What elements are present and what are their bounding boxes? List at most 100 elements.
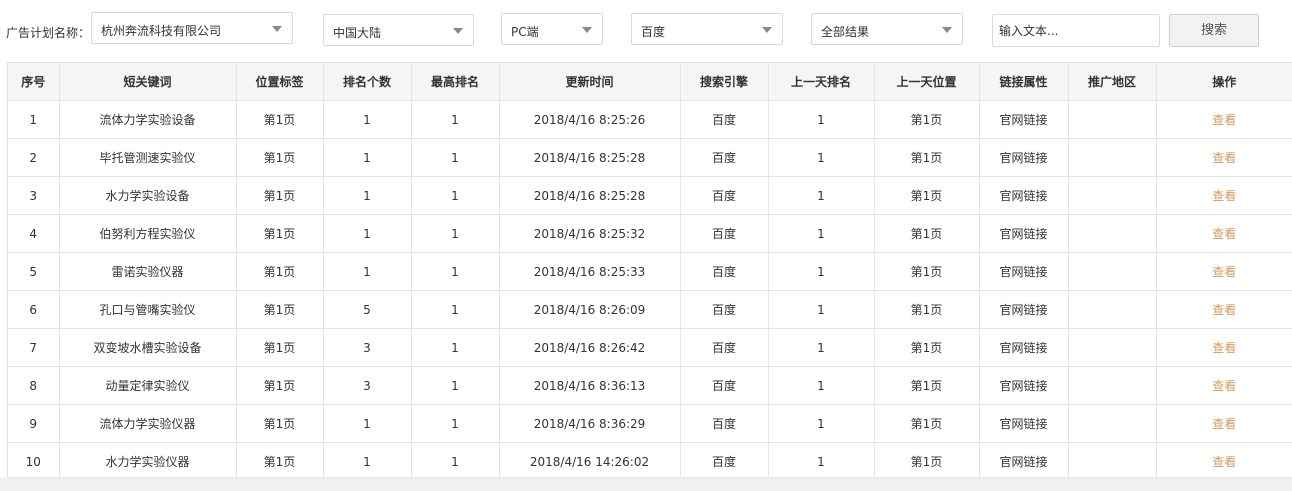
region-select[interactable]: 中国大陆	[323, 14, 474, 46]
prev-day-rank-cell: 1	[768, 290, 875, 329]
prev-day-rank-cell: 1	[768, 100, 875, 139]
best-rank-cell: 1	[411, 176, 500, 215]
prev-day-rank-cell: 1	[768, 252, 875, 291]
view-link[interactable]: 查看	[1212, 227, 1236, 241]
search-engine-cell: 百度	[680, 100, 769, 139]
prev-day-position-cell: 第1页	[874, 252, 980, 291]
table-row: 8 动量定律实验仪 第1页 3 1 2018/4/16 8:36:13 百度 1 第1页 官网链接…	[8, 366, 1292, 405]
chevron-down-icon	[582, 27, 592, 33]
prev-day-position-cell: 第1页	[874, 366, 980, 405]
view-link[interactable]: 查看	[1212, 455, 1236, 469]
search-input[interactable]	[992, 14, 1160, 47]
table-row: 2 毕托管测速实验仪 第1页 1 1 2018/4/16 8:25:28 百度 1 第1页 官网链…	[8, 138, 1292, 177]
update-time-cell: 2018/4/16 8:26:09	[499, 290, 681, 329]
chevron-down-icon	[272, 26, 282, 32]
row-number: 9	[8, 404, 60, 443]
promo-area-cell	[1068, 176, 1157, 215]
engine-select-value: 百度	[641, 25, 666, 39]
prev-day-rank-cell: 1	[768, 442, 875, 481]
prev-day-position-cell: 第1页	[874, 442, 980, 481]
best-rank-cell: 1	[411, 366, 500, 405]
keyword-cell: 伯努利方程实验仪	[59, 214, 237, 253]
position-tag-cell: 第1页	[236, 328, 324, 367]
best-rank-cell: 1	[411, 290, 500, 329]
search-button[interactable]: 搜索	[1169, 14, 1259, 47]
promo-area-cell	[1068, 252, 1157, 291]
column-header: 位置标签	[236, 63, 324, 101]
prev-day-rank-cell: 1	[768, 214, 875, 253]
prev-day-position-cell: 第1页	[874, 328, 980, 367]
row-number: 5	[8, 252, 60, 291]
chevron-down-icon	[453, 28, 463, 34]
link-type-cell: 官网链接	[979, 138, 1069, 177]
plan-name-label: 广告计划名称：	[6, 26, 91, 40]
action-cell: 查看	[1156, 290, 1292, 329]
search-engine-cell: 百度	[680, 442, 769, 481]
keyword-cell: 水力学实验设备	[59, 176, 237, 215]
view-link[interactable]: 查看	[1212, 417, 1236, 431]
result-select-value: 全部结果	[821, 25, 870, 39]
update-time-cell: 2018/4/16 8:25:32	[499, 214, 681, 253]
result-select[interactable]: 全部结果	[811, 13, 963, 45]
action-cell: 查看	[1156, 442, 1292, 481]
region-select-value: 中国大陆	[333, 26, 382, 40]
prev-day-position-cell: 第1页	[874, 100, 980, 139]
update-time-cell: 2018/4/16 8:26:42	[499, 328, 681, 367]
row-number: 10	[8, 442, 60, 481]
search-engine-cell: 百度	[680, 252, 769, 291]
update-time-cell: 2018/4/16 8:36:29	[499, 404, 681, 443]
plan-select[interactable]: 杭州奔流科技有限公司	[91, 12, 293, 44]
action-cell: 查看	[1156, 252, 1292, 291]
view-link[interactable]: 查看	[1212, 379, 1236, 393]
position-tag-cell: 第1页	[236, 138, 324, 177]
row-number: 7	[8, 328, 60, 367]
table-row: 5 雷诺实验仪器 第1页 1 1 2018/4/16 8:25:33 百度 1 第1页 官网链接查…	[8, 252, 1292, 291]
filter-toolbar: 广告计划名称： 杭州奔流科技有限公司 中国大陆 PC端 百度 全部结果 搜索	[0, 0, 1292, 62]
engine-select[interactable]: 百度	[631, 13, 783, 45]
action-cell: 查看	[1156, 366, 1292, 405]
rank-count-cell: 1	[323, 176, 412, 215]
table-row: 7 双变坡水槽实验设备 第1页 3 1 2018/4/16 8:26:42 百度 1 第1页 官网…	[8, 328, 1292, 367]
action-cell: 查看	[1156, 176, 1292, 215]
position-tag-cell: 第1页	[236, 404, 324, 443]
table-row: 4 伯努利方程实验仪 第1页 1 1 2018/4/16 8:25:32 百度 1 第1页 官网链…	[8, 214, 1292, 253]
table-header-row: 序号 短关键词 位置标签 排名个数 最高排名 更新时间 搜索引擎 上一天排名 上…	[8, 63, 1292, 101]
row-number: 8	[8, 366, 60, 405]
promo-area-cell	[1068, 214, 1157, 253]
device-select[interactable]: PC端	[501, 13, 603, 45]
view-link[interactable]: 查看	[1212, 113, 1236, 127]
rank-count-cell: 3	[323, 366, 412, 405]
action-cell: 查看	[1156, 100, 1292, 139]
keyword-cell: 流体力学实验仪器	[59, 404, 237, 443]
view-link[interactable]: 查看	[1212, 189, 1236, 203]
rank-count-cell: 1	[323, 214, 412, 253]
prev-day-position-cell: 第1页	[874, 290, 980, 329]
best-rank-cell: 1	[411, 100, 500, 139]
search-engine-cell: 百度	[680, 138, 769, 177]
view-link[interactable]: 查看	[1212, 341, 1236, 355]
device-select-value: PC端	[511, 25, 539, 39]
position-tag-cell: 第1页	[236, 100, 324, 139]
link-type-cell: 官网链接	[979, 328, 1069, 367]
column-header: 上一天位置	[874, 63, 980, 101]
view-link[interactable]: 查看	[1212, 303, 1236, 317]
link-type-cell: 官网链接	[979, 290, 1069, 329]
table-body: 1 流体力学实验设备 第1页 1 1 2018/4/16 8:25:26 百度 1 第1页 官网链…	[8, 100, 1292, 481]
promo-area-cell	[1068, 404, 1157, 443]
prev-day-position-cell: 第1页	[874, 176, 980, 215]
prev-day-rank-cell: 1	[768, 328, 875, 367]
table-row: 10 水力学实验仪器 第1页 1 1 2018/4/16 14:26:02 百度 1 第1页 官网…	[8, 442, 1292, 481]
keyword-cell: 动量定律实验仪	[59, 366, 237, 405]
column-header: 搜索引擎	[680, 63, 769, 101]
view-link[interactable]: 查看	[1212, 151, 1236, 165]
chevron-down-icon	[942, 27, 952, 33]
keyword-cell: 双变坡水槽实验设备	[59, 328, 237, 367]
position-tag-cell: 第1页	[236, 214, 324, 253]
prev-day-rank-cell: 1	[768, 176, 875, 215]
prev-day-rank-cell: 1	[768, 404, 875, 443]
search-engine-cell: 百度	[680, 214, 769, 253]
keyword-cell: 毕托管测速实验仪	[59, 138, 237, 177]
prev-day-position-cell: 第1页	[874, 138, 980, 177]
view-link[interactable]: 查看	[1212, 265, 1236, 279]
action-cell: 查看	[1156, 404, 1292, 443]
